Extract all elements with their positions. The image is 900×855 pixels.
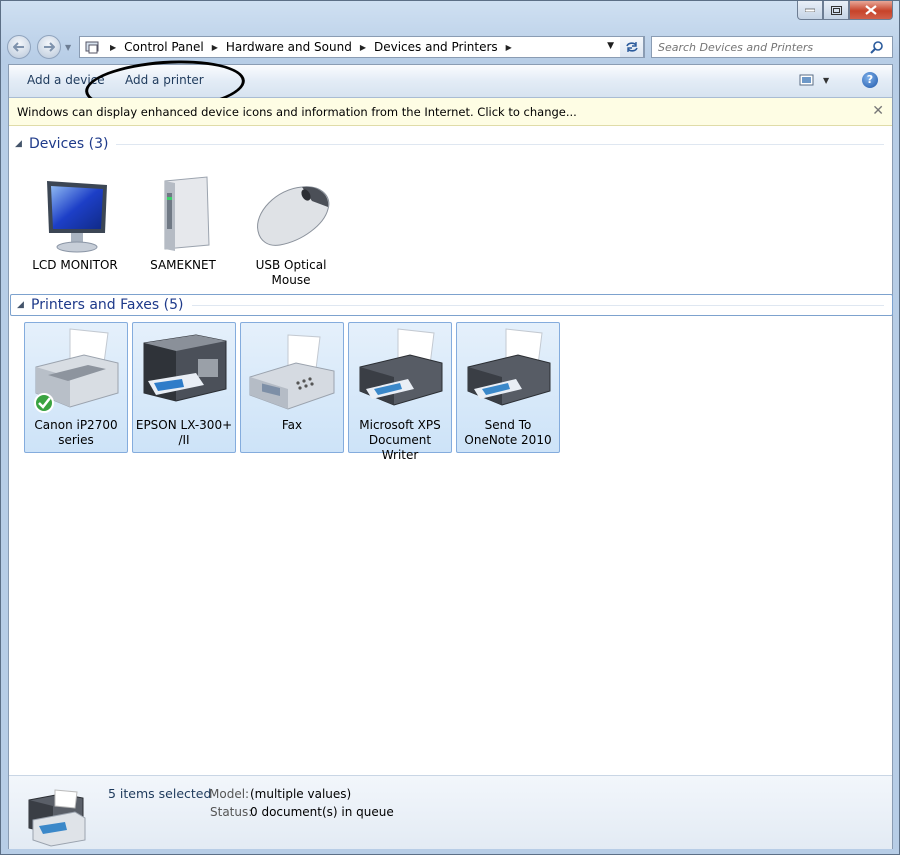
collapse-triangle-icon[interactable]: ◢ bbox=[15, 139, 29, 149]
monitor-icon bbox=[47, 181, 107, 253]
fax-icon bbox=[249, 334, 335, 410]
model-label: Model: bbox=[209, 787, 250, 801]
printer-fax[interactable]: Fax bbox=[240, 322, 344, 453]
change-view-button[interactable]: ▼ bbox=[799, 73, 829, 87]
view-options-icon bbox=[799, 74, 814, 86]
help-icon[interactable]: ? bbox=[862, 72, 878, 88]
multifunction-printer-icon bbox=[143, 334, 227, 402]
close-icon bbox=[865, 5, 877, 15]
info-bar-text[interactable]: Windows can display enhanced device icon… bbox=[9, 105, 577, 119]
device-label: SAMEKNET bbox=[150, 258, 216, 272]
printers-group-icon bbox=[28, 789, 86, 847]
printer-icon bbox=[359, 328, 443, 406]
printer-label: EPSON LX-300+ /II bbox=[135, 418, 233, 447]
info-bar[interactable]: Windows can display enhanced device icon… bbox=[9, 98, 892, 126]
device-label: USB Optical Mouse bbox=[255, 258, 327, 287]
breadcrumb-control-panel[interactable]: Control Panel bbox=[124, 40, 204, 54]
address-row: ▼ ▶ Control Panel ▶ Hardware and Sound ▶… bbox=[7, 35, 893, 59]
close-button[interactable] bbox=[849, 1, 893, 20]
printer-label: Send To OneNote 2010 bbox=[464, 418, 552, 447]
title-bar[interactable] bbox=[1, 1, 899, 31]
search-input[interactable] bbox=[652, 39, 870, 55]
printer-microsoft-xps[interactable]: Microsoft XPS Document Writer bbox=[348, 322, 452, 462]
selection-count: 5 items selected bbox=[108, 786, 212, 801]
printer-label: Microsoft XPS Document Writer bbox=[359, 418, 441, 462]
printers-group-title: Printers and Faxes (5) bbox=[31, 297, 184, 313]
printer-label: Canon iP2700 series bbox=[34, 418, 118, 447]
minimize-icon bbox=[805, 8, 815, 12]
maximize-icon bbox=[830, 5, 842, 15]
search-icon[interactable] bbox=[870, 40, 884, 54]
devices-group-title: Devices (3) bbox=[29, 136, 109, 152]
refresh-button[interactable] bbox=[620, 36, 644, 58]
search-box[interactable] bbox=[651, 36, 893, 58]
forward-arrow-icon bbox=[44, 42, 55, 52]
details-pane: 5 items selected Model: (multiple values… bbox=[9, 775, 892, 849]
device-sameknet[interactable]: SAMEKNET bbox=[131, 175, 235, 273]
collapse-triangle-icon[interactable]: ◢ bbox=[17, 300, 31, 310]
breadcrumb: ▶ Control Panel ▶ Hardware and Sound ▶ D… bbox=[110, 40, 512, 54]
recent-pages-dropdown[interactable]: ▼ bbox=[65, 43, 71, 52]
printer-label: Fax bbox=[281, 418, 303, 432]
command-bar: Add a device Add a printer ▼ ? bbox=[9, 55, 892, 117]
maximize-button[interactable] bbox=[823, 1, 849, 20]
breadcrumb-devices-and-printers[interactable]: Devices and Printers bbox=[374, 40, 498, 54]
printer-epson-lx300[interactable]: EPSON LX-300+ /II bbox=[132, 322, 236, 453]
info-bar-close-icon[interactable]: ✕ bbox=[872, 103, 884, 119]
device-usb-optical-mouse[interactable]: USB Optical Mouse bbox=[239, 175, 343, 288]
devices-and-printers-window: ▼ ▶ Control Panel ▶ Hardware and Sound ▶… bbox=[0, 0, 900, 855]
printer-icon bbox=[34, 328, 119, 413]
devices-group-header[interactable]: ◢ Devices (3) bbox=[15, 133, 892, 155]
view-dropdown-icon[interactable]: ▼ bbox=[823, 76, 829, 85]
computer-tower-icon bbox=[164, 176, 210, 251]
back-arrow-icon bbox=[13, 42, 24, 52]
minimize-button[interactable] bbox=[797, 1, 823, 20]
breadcrumb-subfolder-arrow[interactable]: ▶ bbox=[506, 43, 512, 52]
printer-canon-ip2700[interactable]: Canon iP2700 series bbox=[24, 322, 128, 453]
printers-group-header[interactable]: ◢ Printers and Faxes (5) bbox=[10, 294, 893, 316]
refresh-icon bbox=[625, 42, 638, 52]
status-label: Status: bbox=[210, 805, 253, 819]
status-value: 0 document(s) in queue bbox=[250, 805, 394, 819]
breadcrumb-hardware-and-sound[interactable]: Hardware and Sound bbox=[226, 40, 352, 54]
printer-icon bbox=[467, 328, 551, 406]
content-area: Add a device Add a printer ▼ ? Windows c… bbox=[8, 55, 893, 849]
device-label: LCD MONITOR bbox=[32, 258, 118, 272]
forward-button[interactable] bbox=[37, 35, 61, 59]
control-panel-icon bbox=[85, 41, 99, 54]
model-value: (multiple values) bbox=[250, 787, 352, 801]
printer-send-to-onenote[interactable]: Send To OneNote 2010 bbox=[456, 322, 560, 453]
address-dropdown-icon[interactable]: ▼ bbox=[607, 41, 614, 51]
address-bar[interactable]: ▶ Control Panel ▶ Hardware and Sound ▶ D… bbox=[79, 36, 645, 58]
back-button[interactable] bbox=[7, 35, 31, 59]
mouse-icon bbox=[257, 186, 330, 246]
device-lcd-monitor[interactable]: LCD MONITOR bbox=[23, 175, 127, 273]
